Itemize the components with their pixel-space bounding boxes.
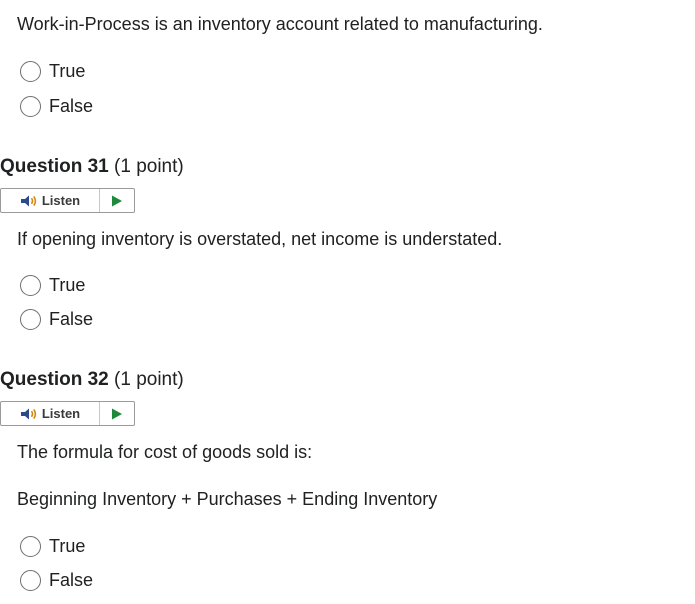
question-31-text: If opening inventory is overstated, net … — [17, 229, 503, 249]
radio-button[interactable] — [20, 95, 41, 117]
question-31-title: Question 31 — [0, 156, 109, 177]
play-button[interactable] — [100, 402, 134, 425]
question-32-text: The formula for cost of goods sold is: — [17, 442, 313, 462]
question-32-title: Question 32 — [0, 369, 109, 390]
radio-button[interactable] — [20, 535, 41, 557]
option-label: True — [49, 61, 86, 81]
play-icon — [112, 408, 122, 419]
play-button[interactable] — [100, 189, 134, 212]
play-icon — [112, 195, 122, 206]
question-32-option-false[interactable]: False — [20, 567, 93, 593]
question-31-listen-widget: Listen — [0, 188, 135, 213]
question-32-listen-widget: Listen — [0, 401, 135, 426]
quiz-page: Work-in-Process is an inventory account … — [0, 0, 695, 604]
radio-button[interactable] — [20, 569, 41, 591]
speaker-icon — [20, 408, 37, 419]
listen-label: Listen — [41, 406, 81, 421]
question-30-option-true[interactable]: True — [20, 58, 85, 84]
option-label: False — [49, 570, 94, 590]
question-31-option-false[interactable]: False — [20, 306, 93, 332]
question-32-text-line2: Beginning Inventory + Purchases + Ending… — [17, 489, 438, 509]
option-label: False — [49, 309, 94, 329]
radio-button[interactable] — [20, 274, 41, 296]
listen-button[interactable]: Listen — [1, 189, 100, 212]
listen-label: Listen — [41, 193, 81, 208]
option-label: True — [49, 536, 86, 556]
question-30-option-false[interactable]: False — [20, 93, 93, 119]
radio-button[interactable] — [20, 308, 41, 330]
question-31-heading: Question 31 (1 point) — [0, 155, 184, 179]
option-label: True — [49, 275, 86, 295]
radio-button[interactable] — [20, 60, 41, 82]
question-30-text: Work-in-Process is an inventory account … — [17, 14, 543, 34]
option-label: False — [49, 96, 94, 116]
question-32-heading: Question 32 (1 point) — [0, 368, 184, 392]
question-31-option-true[interactable]: True — [20, 272, 85, 298]
speaker-icon — [20, 195, 37, 206]
question-32-option-true[interactable]: True — [20, 533, 85, 559]
question-31-points: (1 point) — [114, 156, 184, 177]
question-32-points: (1 point) — [114, 369, 184, 390]
listen-button[interactable]: Listen — [1, 402, 100, 425]
